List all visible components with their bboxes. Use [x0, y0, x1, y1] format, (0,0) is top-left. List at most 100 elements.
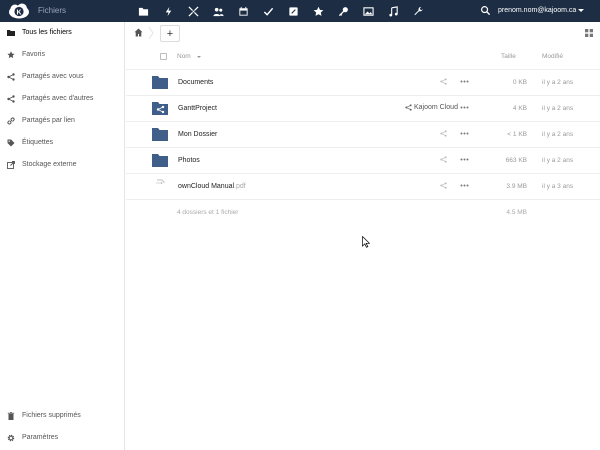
sort-down-icon[interactable]	[197, 56, 201, 58]
share-icon[interactable]	[440, 130, 447, 137]
folder-icon[interactable]	[152, 127, 168, 141]
new-file-button[interactable]: +	[160, 25, 180, 42]
file-modified: il y a 2 ans	[542, 157, 574, 164]
top-header: K Fichiers prenom.nom@kajoom.ca	[0, 0, 600, 22]
svg-text:K: K	[16, 9, 21, 16]
sidebar-item-label: Partagés avec vous	[22, 73, 84, 80]
tasks-check-icon[interactable]	[256, 3, 281, 19]
share-icon	[7, 95, 15, 103]
folder-icon	[7, 30, 15, 36]
select-all-checkbox[interactable]	[160, 53, 167, 60]
summary-text: 4 dossiers et 1 fichier	[177, 209, 239, 216]
sidebar-item-label: Fichiers supprimés	[22, 412, 81, 419]
sidebar-item-shared-with-you[interactable]: Partagés avec vous	[0, 67, 125, 87]
sidebar-item-label: Favoris	[22, 51, 45, 58]
share-icon[interactable]	[440, 182, 447, 189]
pdf-file-icon[interactable]	[152, 179, 168, 193]
sidebar-item-external-storage[interactable]: Stockage externe	[0, 155, 125, 175]
owncloud-logo-icon[interactable]: K	[8, 3, 30, 19]
wrench-icon[interactable]	[406, 3, 431, 19]
grid-view-icon[interactable]	[585, 29, 593, 37]
chevron-down-icon[interactable]	[578, 9, 584, 12]
file-table-header: Nom Taille Modifié	[126, 44, 600, 70]
external-icon	[7, 161, 15, 169]
share-icon	[405, 104, 412, 111]
shared-folder-icon[interactable]	[152, 101, 168, 115]
column-modified[interactable]: Modifié	[542, 53, 563, 60]
link-icon	[7, 117, 15, 125]
mouse-cursor-icon	[362, 236, 370, 248]
sidebar-item-shared-with-others[interactable]: Partagés avec d'autres	[0, 89, 125, 109]
app-menu	[131, 3, 431, 19]
share-icon	[7, 73, 15, 81]
table-row[interactable]: ownCloud Manual.pdf 3.9 MB il y a 3 ans	[126, 174, 600, 200]
sidebar-item-shared-by-link[interactable]: Partagés par lien	[0, 111, 125, 131]
more-options-icon[interactable]	[460, 158, 469, 161]
user-menu-name[interactable]: prenom.nom@kajoom.ca	[498, 7, 576, 14]
sidebar-item-label: Tous les fichiers	[22, 29, 72, 36]
table-row[interactable]: Documents 0 KB il y a 2 ans	[126, 70, 600, 96]
folder-icon[interactable]	[152, 153, 168, 167]
table-row[interactable]: GanttProject Kajoom Cloud 4 KB il y a 2 …	[126, 96, 600, 122]
table-row[interactable]: Mon Dossier < 1 KB il y a 2 ans	[126, 122, 600, 148]
star-icon	[7, 51, 15, 59]
more-options-icon[interactable]	[460, 132, 469, 135]
app-title[interactable]: Fichiers	[38, 6, 66, 15]
breadcrumb-separator	[148, 26, 154, 40]
sidebar: Tous les fichiers Favoris Partagés avec …	[0, 22, 125, 450]
file-size: 4 KB	[512, 105, 527, 112]
column-size[interactable]: Taille	[501, 53, 516, 60]
folder-icon[interactable]	[131, 3, 156, 19]
file-size: 0 KB	[512, 79, 527, 86]
sidebar-item-tags[interactable]: Étiquettes	[0, 133, 125, 153]
more-options-icon[interactable]	[460, 184, 469, 187]
sidebar-item-favorites[interactable]: Favoris	[0, 45, 125, 65]
sidebar-item-label: Stockage externe	[22, 161, 77, 168]
gallery-cross-icon[interactable]	[181, 3, 206, 19]
file-summary: 4 dossiers et 1 fichier 4.5 MB	[126, 200, 600, 226]
sidebar-item-deleted-files[interactable]: Fichiers supprimés	[0, 406, 125, 426]
share-target: Kajoom Cloud	[414, 104, 458, 111]
contacts-icon[interactable]	[206, 3, 231, 19]
file-size: 3.9 MB	[506, 183, 527, 190]
shared-with-label[interactable]: Kajoom Cloud	[405, 104, 458, 111]
share-icon[interactable]	[440, 78, 447, 85]
table-row[interactable]: Photos 663 KB il y a 2 ans	[126, 148, 600, 174]
file-name[interactable]: Documents	[178, 79, 213, 86]
summary-size: 4.5 MB	[506, 209, 527, 216]
file-name[interactable]: GanttProject	[178, 105, 217, 112]
share-icon[interactable]	[440, 156, 447, 163]
sidebar-item-label: Partagés par lien	[22, 117, 75, 124]
music-icon[interactable]	[381, 3, 406, 19]
search-icon[interactable]	[480, 5, 491, 16]
sidebar-item-all-files[interactable]: Tous les fichiers	[0, 23, 125, 43]
gear-icon	[7, 434, 15, 442]
file-name[interactable]: Mon Dossier	[178, 131, 217, 138]
file-modified: il y a 2 ans	[542, 79, 574, 86]
notes-icon[interactable]	[281, 3, 306, 19]
file-modified: il y a 3 ans	[542, 183, 574, 190]
sidebar-item-label: Partagés avec d'autres	[22, 95, 94, 102]
file-modified: il y a 2 ans	[542, 131, 574, 138]
calendar-icon[interactable]	[231, 3, 256, 19]
sidebar-item-label: Paramètres	[22, 434, 59, 441]
sidebar-item-settings[interactable]: Paramètres	[0, 428, 125, 448]
tag-icon	[7, 139, 15, 147]
file-modified: il y a 2 ans	[542, 105, 574, 112]
file-size: < 1 KB	[507, 131, 527, 138]
file-size: 663 KB	[505, 157, 527, 164]
favorite-star-icon[interactable]	[306, 3, 331, 19]
sidebar-item-label: Étiquettes	[22, 139, 54, 146]
file-name[interactable]: Photos	[178, 157, 200, 164]
folder-icon[interactable]	[152, 75, 168, 89]
breadcrumb-bar: +	[126, 22, 600, 44]
home-icon[interactable]	[134, 28, 143, 37]
key-icon[interactable]	[331, 3, 356, 19]
more-options-icon[interactable]	[460, 80, 469, 83]
column-name[interactable]: Nom	[177, 53, 191, 60]
trash-icon	[7, 412, 15, 420]
activity-icon[interactable]	[156, 3, 181, 19]
file-name[interactable]: ownCloud Manual.pdf	[178, 183, 246, 190]
image-icon[interactable]	[356, 3, 381, 19]
more-options-icon[interactable]	[460, 106, 469, 109]
